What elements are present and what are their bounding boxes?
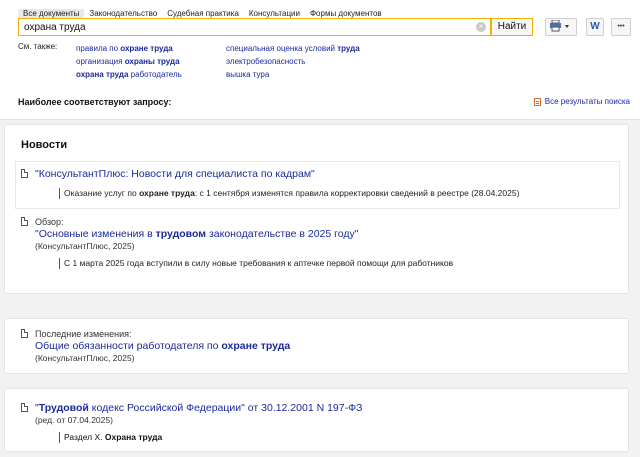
- news-item-snippet: С 1 марта 2025 года вступили в силу новы…: [59, 258, 618, 269]
- news-title: Новости: [21, 139, 68, 151]
- tab-court-practice[interactable]: Судебная практика: [162, 9, 244, 18]
- labor-code-link[interactable]: "Трудовой кодекс Российской Федерации" о…: [35, 402, 618, 415]
- see-also-column-2: специальная оценка условий труда электро…: [226, 42, 360, 81]
- news-item-link[interactable]: "КонсультантПлюс: Новости для специалист…: [35, 168, 618, 181]
- document-icon: [21, 329, 28, 338]
- changes-link[interactable]: Общие обязанности работодателя по охране…: [35, 340, 618, 353]
- see-also-label: См. также:: [18, 42, 58, 51]
- best-match-heading: Наиболее соответствуют запросу:: [18, 97, 172, 107]
- all-results-link[interactable]: Все результаты поиска: [533, 97, 630, 106]
- labor-code-section[interactable]: Раздел X. Охрана труда: [59, 432, 618, 443]
- tab-consultations[interactable]: Консультации: [244, 9, 305, 18]
- see-also-link[interactable]: правила по охране труда: [76, 42, 182, 55]
- document-icon: [21, 217, 28, 226]
- news-item: Обзор: "Основные изменения в трудовом за…: [21, 216, 618, 269]
- news-item: "КонсультантПлюс: Новости для специалист…: [21, 168, 618, 199]
- changes-label: Последние изменения:: [35, 329, 132, 339]
- see-also-link[interactable]: вышка тура: [226, 68, 360, 81]
- all-results-label: Все результаты поиска: [544, 97, 630, 106]
- news-item-link[interactable]: "Основные изменения в трудовом законодат…: [35, 228, 618, 241]
- print-icon: [550, 19, 569, 32]
- document-icon: [21, 169, 28, 178]
- clear-search-icon[interactable]: ×: [476, 22, 486, 32]
- tab-document-forms[interactable]: Формы документов: [305, 9, 387, 18]
- print-button[interactable]: [545, 18, 577, 36]
- find-button[interactable]: Найти: [491, 18, 533, 36]
- list-icon: [533, 97, 541, 106]
- news-item-snippet: Оказание услуг по охране труда: с 1 сент…: [59, 188, 618, 199]
- see-also-link[interactable]: специальная оценка условий труда: [226, 42, 360, 55]
- more-button[interactable]: •••: [611, 18, 631, 36]
- tab-all-documents[interactable]: Все документы: [18, 9, 85, 18]
- news-card: Новости "КонсультантПлюс: Новости для сп…: [4, 124, 629, 294]
- document-icon: [21, 403, 28, 412]
- changes-source: (КонсультантПлюс, 2025): [35, 353, 135, 363]
- see-also-link[interactable]: электробезопасность: [226, 55, 360, 68]
- changes-item: Последние изменения: Общие обязанности р…: [21, 328, 618, 364]
- news-item-source: (КонсультантПлюс, 2025): [35, 241, 135, 251]
- search-input[interactable]: [19, 19, 469, 35]
- latest-changes-card: Последние изменения: Общие обязанности р…: [4, 318, 629, 374]
- search-box: ×: [18, 18, 491, 36]
- search-header: Все документы Законодательство Судебная …: [0, 0, 640, 120]
- see-also-link[interactable]: организация охраны труда: [76, 55, 182, 68]
- tab-legislation[interactable]: Законодательство: [84, 9, 162, 18]
- labor-code-edition: (ред. от 07.04.2025): [35, 415, 113, 425]
- export-word-button[interactable]: W: [586, 18, 604, 36]
- news-item-type: Обзор:: [35, 217, 64, 227]
- see-also-column-1: правила по охране труда организация охра…: [76, 42, 182, 81]
- labor-code-card: "Трудовой кодекс Российской Федерации" о…: [4, 388, 629, 452]
- see-also-link[interactable]: охрана труда работодатель: [76, 68, 182, 81]
- code-item: "Трудовой кодекс Российской Федерации" о…: [21, 402, 618, 443]
